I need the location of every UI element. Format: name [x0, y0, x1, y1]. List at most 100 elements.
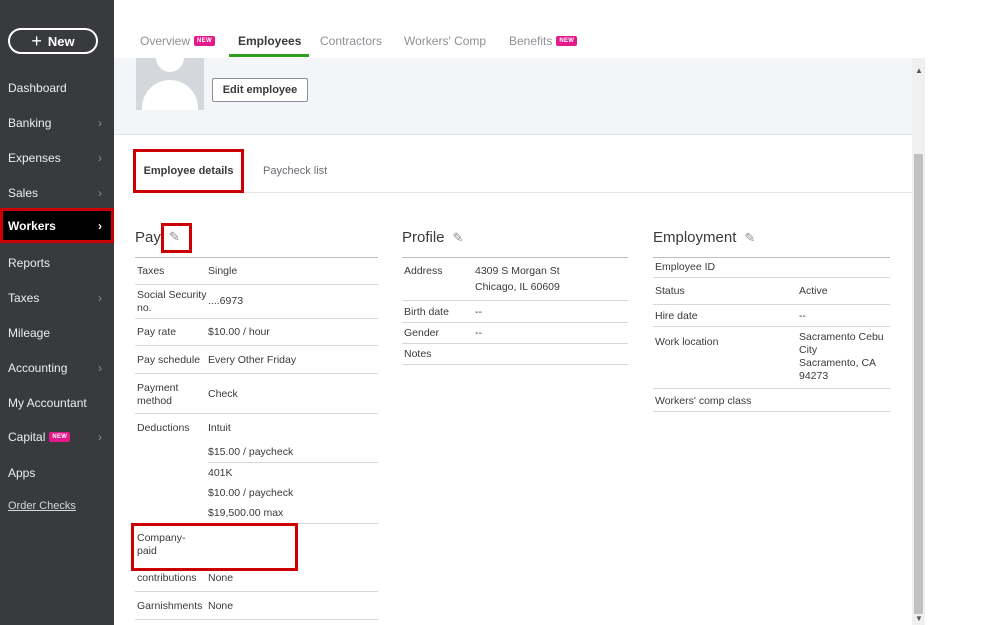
deduction-amount: $10.00 / paycheck: [208, 487, 294, 499]
row-divider: [135, 619, 378, 620]
sidebar-item-label: Capital: [8, 430, 46, 444]
chevron-right-icon: ›: [98, 218, 102, 233]
row-divider: [402, 300, 628, 301]
tab-employees[interactable]: Employees: [238, 34, 301, 48]
chevron-right-icon: ›: [98, 430, 102, 444]
section-divider: [135, 257, 378, 258]
pay-schedule-value: Every Other Friday: [208, 354, 297, 366]
pay-schedule-label: Pay schedule: [137, 354, 201, 366]
taxes-label: Taxes: [137, 265, 165, 277]
new-badge: NEW: [49, 432, 71, 442]
tab-overview[interactable]: Overview NEW: [140, 34, 215, 48]
sidebar-item-label: Expenses: [8, 151, 61, 165]
employee-id-label: Employee ID: [655, 261, 716, 273]
left-sidebar: + New Dashboard Banking › Expenses › Sal…: [0, 0, 114, 625]
birth-date-label: Birth date: [404, 306, 449, 318]
taxes-value: Single: [208, 265, 238, 277]
sidebar-item-label: Reports: [8, 256, 51, 270]
tab-label: Overview: [140, 34, 191, 48]
work-location-line3: Sacramento, CA: [799, 357, 877, 369]
workers-comp-class-label: Workers' comp class: [655, 395, 752, 407]
sidebar-item-taxes[interactable]: Taxes ›: [0, 284, 114, 312]
notes-label: Notes: [404, 348, 432, 360]
row-divider: [653, 304, 890, 305]
garnishments-value: None: [208, 600, 234, 612]
sidebar-item-reports[interactable]: Reports: [0, 249, 114, 277]
employment-section-title: Employment ✎: [653, 229, 755, 246]
row-divider: [402, 343, 628, 344]
section-divider: [653, 257, 890, 258]
tab-workers-comp[interactable]: Workers' Comp: [404, 34, 486, 48]
payment-method-label: Payment: [137, 382, 179, 394]
sidebar-item-dashboard[interactable]: Dashboard: [0, 74, 114, 102]
chevron-right-icon: ›: [98, 291, 102, 305]
sidebar-item-label: Banking: [8, 116, 52, 130]
work-location-line2: City: [799, 344, 818, 356]
edit-employee-button[interactable]: Edit employee: [212, 78, 308, 102]
ssn-value: ....6973: [208, 295, 244, 307]
new-button[interactable]: + New: [8, 28, 98, 54]
row-divider: [402, 322, 628, 323]
ssn-label-cont: no.: [137, 302, 152, 314]
section-divider: [402, 257, 628, 258]
pay-rate-label: Pay rate: [137, 326, 177, 338]
sidebar-item-sales[interactable]: Sales ›: [0, 179, 114, 207]
sidebar-item-apps[interactable]: Apps: [0, 459, 114, 487]
section-title-text: Employment: [653, 229, 737, 246]
scrollbar[interactable]: ▲ ▼: [912, 58, 925, 625]
order-checks-label: Order Checks: [8, 500, 76, 512]
sidebar-item-workers[interactable]: Workers ›: [0, 208, 114, 243]
row-divider: [135, 591, 378, 592]
scroll-up-icon[interactable]: ▲: [915, 66, 923, 75]
profile-section-title: Profile ✎: [402, 229, 463, 246]
tab-benefits[interactable]: Benefits NEW: [509, 34, 578, 48]
row-divider: [653, 411, 890, 412]
sidebar-item-expenses[interactable]: Expenses ›: [0, 144, 114, 172]
work-location-label: Work location: [655, 336, 719, 348]
row-divider: [653, 388, 890, 389]
gender-value: --: [475, 327, 482, 339]
deduction-name: 401K: [208, 467, 233, 479]
payment-method-value: Check: [208, 388, 238, 400]
sidebar-item-banking[interactable]: Banking ›: [0, 109, 114, 137]
workers-tabs: Overview NEW Employees Contractors Worke…: [114, 0, 999, 58]
pencil-icon[interactable]: ✎: [453, 230, 464, 246]
sidebar-item-label: Workers: [8, 218, 56, 233]
sidebar-item-label: My Accountant: [8, 396, 87, 410]
chevron-right-icon: ›: [98, 151, 102, 165]
sidebar-item-label: Dashboard: [8, 81, 67, 95]
garnishments-label: Garnishments: [137, 600, 203, 612]
row-divider: [135, 284, 378, 285]
sidebar-item-my-accountant[interactable]: My Accountant: [0, 389, 114, 417]
company-paid-highlight: [131, 523, 298, 571]
sidebar-item-label: Accounting: [8, 361, 68, 375]
pay-section-title: Pay: [135, 229, 161, 246]
order-checks-link[interactable]: Order Checks: [0, 492, 114, 520]
payment-method-label-cont: method: [137, 395, 173, 407]
hire-date-label: Hire date: [655, 310, 698, 322]
ssn-label: Social Security: [137, 289, 207, 301]
hire-date-value: --: [799, 310, 806, 322]
deduction-amount: $15.00 / paycheck: [208, 446, 294, 458]
address-line2: Chicago, IL 60609: [475, 281, 560, 293]
scroll-down-icon[interactable]: ▼: [915, 614, 923, 623]
sub-tab-divider: [136, 192, 912, 193]
scrollbar-thumb[interactable]: [914, 154, 923, 614]
tab-label: Benefits: [509, 34, 553, 48]
sidebar-item-label: Apps: [8, 466, 36, 480]
sidebar-item-mileage[interactable]: Mileage: [0, 319, 114, 347]
sidebar-item-capital[interactable]: Capital NEW ›: [0, 423, 114, 451]
chevron-right-icon: ›: [98, 186, 102, 200]
pencil-icon[interactable]: ✎: [744, 230, 755, 246]
section-title-text: Pay: [135, 229, 161, 246]
sidebar-item-accounting[interactable]: Accounting ›: [0, 354, 114, 382]
row-divider: [135, 345, 378, 346]
new-badge: NEW: [556, 36, 578, 46]
tab-employee-details[interactable]: Employee details: [133, 149, 244, 193]
tab-paycheck-list[interactable]: Paycheck list: [263, 165, 327, 177]
sidebar-item-label: Mileage: [8, 326, 51, 340]
row-divider: [653, 326, 890, 327]
new-badge: NEW: [194, 36, 215, 46]
tab-contractors[interactable]: Contractors: [320, 34, 382, 48]
employee-header: Edit employee: [114, 58, 912, 135]
